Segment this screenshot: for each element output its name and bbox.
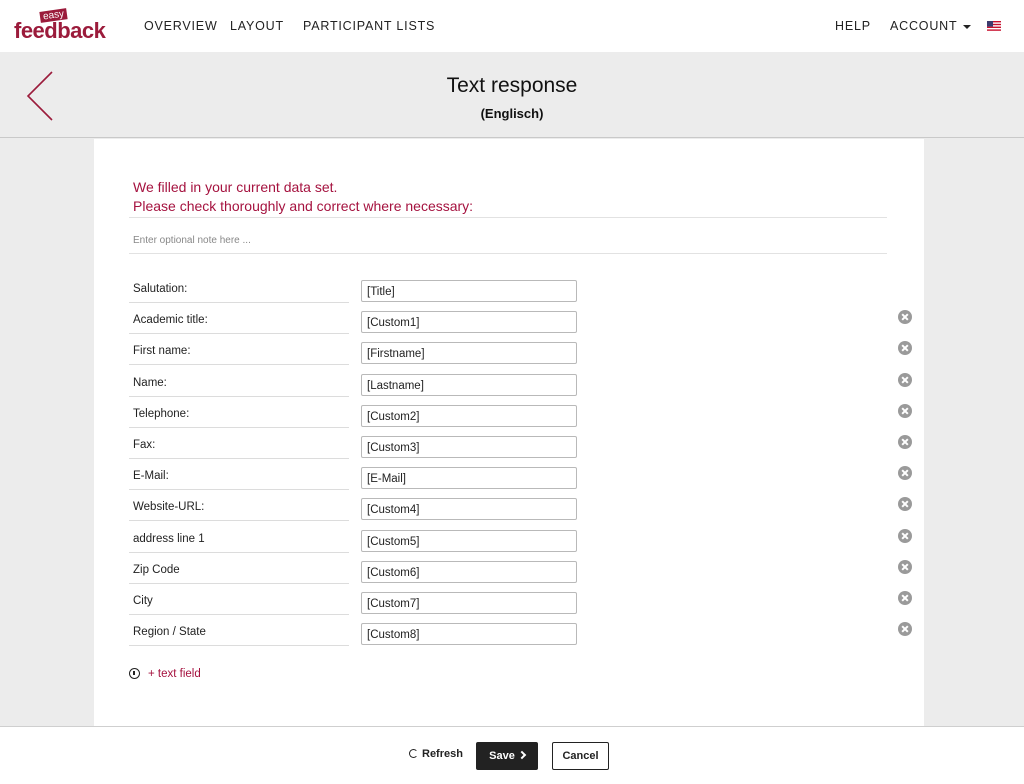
field-value-input[interactable]: [Firstname] [361, 342, 577, 365]
field-label: E-Mail: [133, 470, 169, 483]
field-label-underline [129, 582, 349, 584]
field-label-underline [129, 333, 349, 335]
field-label: City [133, 595, 153, 607]
caret-down-icon [963, 24, 972, 29]
field-label-underline [129, 364, 349, 366]
field-label-underline [129, 426, 349, 428]
field-row: E-Mail: [E-Mail] [129, 466, 919, 497]
field-label-underline [129, 458, 349, 459]
divider [129, 217, 887, 218]
remove-field-icon[interactable] [898, 591, 912, 605]
remove-field-icon[interactable] [898, 528, 912, 543]
top-navigation: easy feedback OVERVIEW LAYOUT PARTICIPAN… [0, 0, 1024, 52]
field-value-input[interactable]: [Title] [361, 280, 577, 302]
save-label: Save [489, 750, 515, 762]
refresh-button[interactable]: Refresh [409, 748, 463, 760]
field-value-input[interactable]: [Lastname] [361, 373, 577, 396]
us-flag-icon[interactable] [987, 21, 1001, 31]
field-value-input[interactable]: [Custom6] [361, 560, 577, 583]
field-value-input[interactable]: [Custom2] [361, 404, 577, 427]
remove-field-icon[interactable] [898, 403, 912, 418]
field-row: Salutation: [Title] [129, 279, 919, 310]
footer-actions: Refresh Save Cancel [0, 726, 1024, 784]
field-row: Website-URL: [Custom4] [129, 497, 919, 528]
field-row: Zip Code [Custom6] [129, 559, 919, 591]
info-message: We filled in your current data set. Plea… [133, 178, 473, 216]
field-label: Name: [133, 376, 167, 389]
divider [129, 253, 887, 254]
chevron-right-icon [517, 750, 527, 760]
field-label: address line 1 [133, 532, 205, 545]
nav-account-label: ACCOUNT [890, 19, 958, 33]
field-value-input[interactable]: [Custom7] [361, 592, 577, 614]
field-label: Website-URL: [133, 501, 205, 514]
field-label-underline [129, 302, 349, 303]
field-label: First name: [133, 345, 191, 358]
field-label: Telephone: [133, 407, 190, 420]
remove-field-icon[interactable] [898, 435, 912, 449]
field-label-underline [129, 614, 349, 615]
save-button[interactable]: Save [476, 742, 538, 770]
field-row: Region / State [Custom8] [129, 622, 919, 653]
page-subtitle: (Englisch) [480, 106, 544, 121]
nav-help[interactable]: HELP [835, 19, 871, 33]
field-row: Name: [Lastname] [129, 372, 919, 404]
field-label: Academic title: [133, 314, 208, 327]
cancel-button[interactable]: Cancel [552, 742, 609, 770]
text-response-panel: We filled in your current data set. Plea… [94, 139, 924, 726]
field-value-input[interactable]: [Custom3] [361, 436, 577, 458]
field-label: Region / State [133, 626, 206, 639]
field-row: Telephone: [Custom2] [129, 403, 919, 435]
remove-field-icon[interactable] [898, 622, 912, 637]
add-text-field-link[interactable]: + text field [148, 668, 201, 680]
remove-field-icon[interactable] [898, 466, 912, 481]
remove-field-icon[interactable] [898, 497, 912, 512]
field-label: Salutation: [133, 283, 188, 295]
nav-layout[interactable]: LAYOUT [230, 19, 284, 33]
field-value-input[interactable]: [E-Mail] [361, 467, 577, 490]
field-label-underline [129, 520, 349, 522]
field-value-input[interactable]: [Custom8] [361, 623, 577, 646]
field-value-input[interactable]: [Custom4] [361, 498, 577, 521]
remove-field-icon[interactable] [898, 372, 912, 387]
info-icon[interactable] [129, 668, 140, 679]
nav-participant-lists[interactable]: PARTICIPANT LISTS [303, 19, 435, 33]
field-value-input[interactable]: [Custom1] [361, 311, 577, 334]
logo-feedback-text: feedback [14, 18, 106, 43]
field-row: City [Custom7] [129, 591, 919, 622]
nav-account-dropdown[interactable]: ACCOUNT [890, 19, 972, 33]
field-value-input[interactable]: [Custom5] [361, 529, 577, 552]
field-label: Fax: [133, 439, 156, 451]
field-label-underline [129, 395, 349, 397]
remove-field-icon[interactable] [898, 559, 912, 574]
field-row: First name: [Firstname] [129, 341, 919, 372]
optional-note-input[interactable]: Enter optional note here ... [133, 235, 251, 246]
easyfeedback-logo[interactable]: easy feedback [14, 8, 106, 43]
field-label: Zip Code [133, 563, 180, 576]
remove-field-icon[interactable] [898, 341, 912, 356]
field-row: Academic title: [Custom1] [129, 310, 919, 341]
field-label-underline [129, 645, 349, 647]
refresh-label: Refresh [422, 748, 463, 760]
page-title: Text response [446, 74, 578, 97]
remove-field-icon[interactable] [898, 310, 912, 325]
title-bar: Text response (Englisch) [0, 52, 1024, 138]
field-label-underline [129, 551, 349, 553]
field-label-underline [129, 489, 349, 491]
field-row: Fax: [Custom3] [129, 435, 919, 466]
nav-overview[interactable]: OVERVIEW [144, 19, 218, 33]
info-message-line-1: We filled in your current data set. [133, 179, 338, 195]
field-row: address line 1 [Custom5] [129, 528, 919, 560]
refresh-icon [409, 749, 418, 758]
info-message-line-2: Please check thoroughly and correct wher… [133, 198, 474, 214]
